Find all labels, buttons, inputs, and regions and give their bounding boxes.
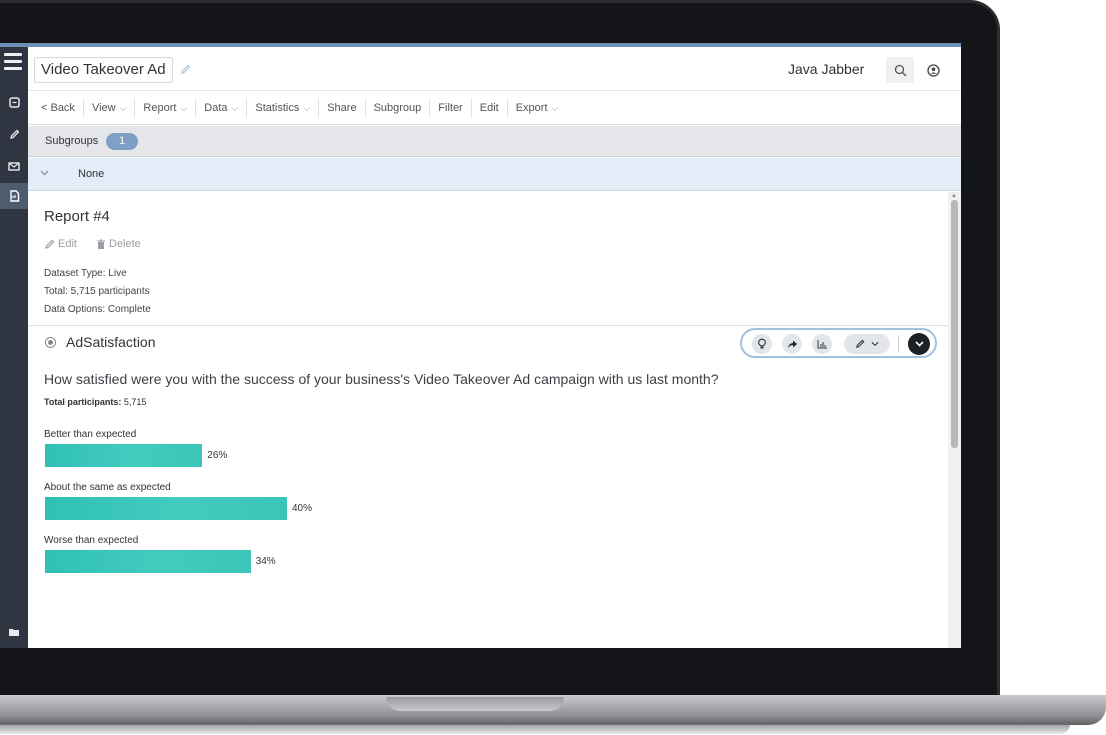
question-name: AdSatisfaction: [66, 334, 156, 350]
question-toolbar: [740, 328, 937, 358]
account-icon[interactable]: [919, 57, 947, 83]
answer-bar[interactable]: [45, 497, 287, 520]
survey-title-field[interactable]: Video Takeover Ad: [34, 57, 173, 83]
menu-back-label: < Back: [41, 101, 75, 114]
menu-data-label: Data: [204, 101, 228, 114]
report-content: Report #4 Edit Delete Dataset Type: Live…: [28, 192, 948, 648]
pencil-icon: [45, 239, 55, 249]
device-stage: Video Takeover Ad Java Jabber < Back Vie…: [0, 0, 1106, 735]
delete-report-label: Delete: [109, 238, 141, 250]
menu-filter-label: Filter: [438, 101, 463, 114]
edit-icon[interactable]: [0, 121, 28, 147]
app-screen: Video Takeover Ad Java Jabber < Back Vie…: [0, 43, 961, 648]
menu-subgroup-label: Subgroup: [373, 101, 422, 114]
laptop-notch: [386, 697, 564, 711]
scroll-up-arrow-icon[interactable]: ▲: [951, 193, 957, 199]
menu-statistics[interactable]: Statistics ⌵: [247, 97, 320, 118]
answer-bar[interactable]: [45, 550, 251, 573]
share-icon[interactable]: [782, 334, 802, 354]
title-bar: Video Takeover Ad Java Jabber: [28, 47, 961, 91]
trash-icon: [97, 239, 105, 249]
answer-label: Better than expected: [44, 429, 137, 440]
menu-edit-label: Edit: [479, 101, 499, 114]
search-icon[interactable]: [886, 57, 914, 83]
menu-view-label: View: [91, 101, 116, 114]
subgroups-bar: Subgroups 1: [28, 126, 961, 157]
total-participants-meta: Total: 5,715 participants: [44, 286, 150, 297]
menu-share[interactable]: Share: [319, 97, 366, 118]
menu-share-label: Share: [327, 101, 357, 114]
menu-statistics-label: Statistics: [255, 101, 300, 114]
question-text: How satisfied were you with the success …: [44, 371, 719, 387]
menu-subgroup[interactable]: Subgroup: [366, 97, 431, 118]
menu-data[interactable]: Data ⌵: [196, 97, 248, 118]
laptop-base-edge: [0, 724, 1070, 734]
chevron-down-icon[interactable]: [40, 168, 49, 179]
scroll-thumb[interactable]: [951, 200, 958, 448]
report-title: Report #4: [44, 208, 110, 225]
answer-value-label: 26%: [207, 450, 228, 461]
menu-report[interactable]: Report ⌵: [135, 97, 197, 118]
subgroups-label: Subgroups: [45, 135, 99, 147]
menu-icon[interactable]: [4, 53, 22, 70]
edit-report-link[interactable]: Edit: [44, 238, 77, 250]
subgroups-count-badge[interactable]: 1: [106, 133, 138, 150]
section-divider: [28, 325, 948, 326]
question-total: Total participants: 5,715: [44, 397, 146, 407]
rename-pencil-icon[interactable]: [180, 64, 192, 76]
subgroup-selector[interactable]: None: [28, 158, 961, 191]
left-rail: [0, 47, 28, 648]
lightbulb-icon[interactable]: [752, 334, 772, 354]
menu-back[interactable]: < Back: [33, 97, 84, 118]
expand-icon[interactable]: [908, 333, 930, 355]
scrollbar[interactable]: ▲: [948, 192, 961, 648]
answer-value-label: 34%: [255, 556, 276, 567]
question-type-icon: [45, 337, 56, 348]
user-name[interactable]: Java Jabber: [788, 61, 864, 77]
mail-icon[interactable]: [0, 153, 28, 179]
toolbar-divider: [898, 335, 899, 353]
report-icon[interactable]: [0, 183, 28, 209]
chevron-down-icon: ⌵: [231, 102, 239, 113]
edit-report-label: Edit: [58, 238, 77, 250]
question-total-value: 5,715: [123, 397, 147, 407]
answer-label: About the same as expected: [44, 482, 171, 493]
survey-icon[interactable]: [0, 89, 28, 115]
subgroup-selected-value: None: [78, 168, 105, 180]
menu-filter[interactable]: Filter: [430, 97, 472, 118]
delete-report-link[interactable]: Delete: [96, 238, 141, 250]
menu-export[interactable]: Export ⌵: [508, 98, 567, 118]
menu-edit[interactable]: Edit: [472, 97, 508, 118]
dataset-type: Dataset Type: Live: [44, 268, 127, 279]
answer-bar[interactable]: [45, 444, 203, 467]
chevron-down-icon: ⌵: [180, 102, 188, 113]
edit-dropdown-button[interactable]: [844, 334, 890, 354]
menu-view[interactable]: View ⌵: [84, 97, 136, 118]
chevron-down-icon: [871, 341, 879, 347]
answer-label: Worse than expected: [44, 535, 139, 546]
answer-value-label: 40%: [292, 503, 313, 514]
chevron-down-icon: ⌵: [303, 102, 311, 113]
pencil-icon: [856, 339, 865, 348]
chart-icon[interactable]: [812, 334, 832, 354]
data-options: Data Options: Complete: [44, 304, 151, 315]
menu-report-label: Report: [143, 101, 177, 114]
chevron-down-icon: ⌵: [119, 102, 127, 113]
menu-bar: < Back View ⌵ Report ⌵ Data ⌵ Statistics ⌵ S…: [28, 91, 961, 125]
menu-export-label: Export: [515, 101, 548, 114]
chevron-down-icon: ⌵: [551, 102, 559, 113]
folder-icon[interactable]: [0, 619, 28, 645]
main-panel: Video Takeover Ad Java Jabber < Back Vie…: [28, 47, 961, 648]
question-total-label: Total participants:: [44, 397, 122, 407]
